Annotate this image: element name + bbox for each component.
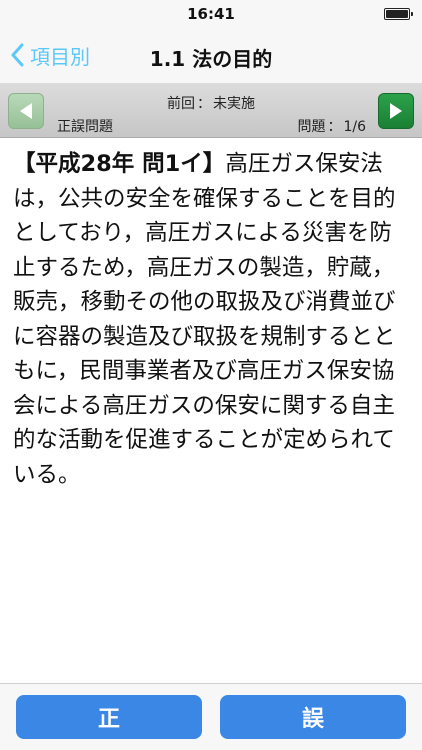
battery-icon [384,8,413,20]
play-right-icon [390,103,402,119]
question-type-label: 正誤問題 [57,119,113,135]
question-tag: 【平成28年 問1イ】 [13,151,226,177]
answer-true-button[interactable]: 正 [16,695,202,739]
question-counter-value: 1/6 [343,119,366,135]
last-result-value: 未実施 [213,96,255,112]
answer-bar: 正 誤 [0,683,422,750]
status-time: 16:41 [187,5,235,23]
question-counter-label: 問題 [297,119,326,135]
question-statement: 高圧ガス保安法は，公共の安全を確保することを目的としており，高圧ガスによる災害を… [13,151,396,488]
last-result-status: 前回：未実施 [167,96,255,112]
last-result-label: 前回 [167,96,195,112]
next-question-button[interactable] [378,93,414,129]
question-counter: 問題： 1/6 [297,119,366,135]
question-toolbar: 正誤問題 前回：未実施 問題： 1/6 [0,83,422,138]
question-body: 【平成28年 問1イ】高圧ガス保安法は，公共の安全を確保することを目的としており… [13,147,407,492]
page-title: 1.1 法の目的 [149,47,273,71]
status-bar: 16:41 [0,0,422,28]
battery-level [386,10,408,18]
navigation-bar: 項目別 1.1 法の目的 [0,28,422,83]
answer-false-button[interactable]: 誤 [220,695,406,739]
